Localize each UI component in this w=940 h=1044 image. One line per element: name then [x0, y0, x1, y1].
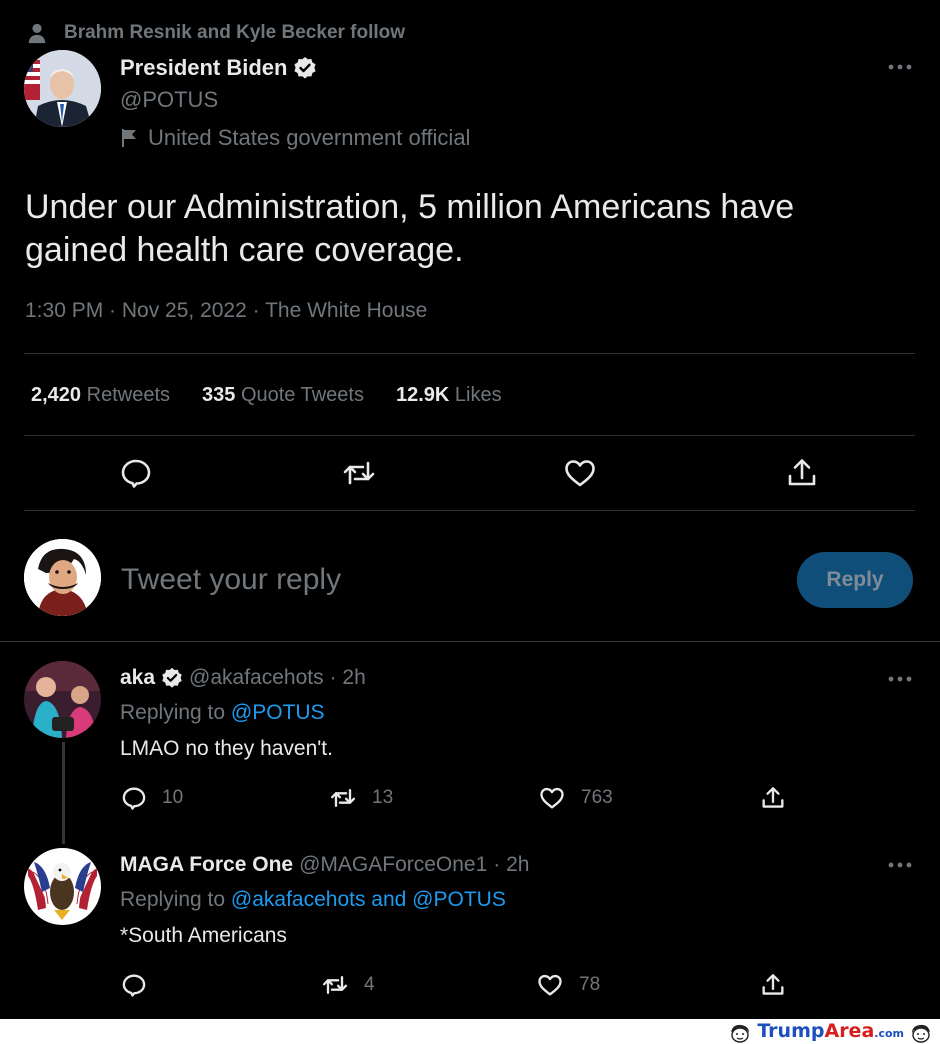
reply-icon: [122, 974, 146, 997]
quote-tweets-stat[interactable]: 335 Quote Tweets: [202, 384, 364, 407]
reply-icon: [121, 459, 151, 488]
share-icon: [762, 787, 784, 808]
reply-like-button[interactable]: 763: [537, 784, 613, 812]
divider: [0, 641, 940, 642]
reply-reply-button[interactable]: 10: [120, 784, 183, 812]
reply-more-options-button[interactable]: [887, 675, 913, 683]
tweet-text: Under our Administration, 5 million Amer…: [25, 188, 795, 269]
replying-to: Replying to @POTUS: [120, 701, 325, 724]
divider: [24, 353, 915, 354]
retweet-button[interactable]: [341, 455, 377, 491]
reply-time[interactable]: · 2h: [493, 853, 529, 877]
retweet-icon: [343, 461, 375, 485]
divider: [24, 510, 915, 511]
reply-input[interactable]: [121, 558, 721, 602]
watermark-bar: TrumpArea.com: [0, 1019, 940, 1044]
reply-avatar[interactable]: [24, 848, 101, 925]
reply-more-options-button[interactable]: [887, 861, 913, 869]
caricature-icon: [912, 1024, 930, 1043]
tweet-actions: [0, 455, 940, 493]
current-user-avatar[interactable]: [24, 539, 101, 616]
reply-text: *South Americans: [120, 924, 287, 947]
reply-avatar[interactable]: [24, 661, 101, 738]
retweet-icon: [322, 976, 348, 994]
more-icon: [888, 64, 912, 70]
reply-share-button[interactable]: [759, 784, 787, 812]
person-icon: [28, 23, 46, 44]
retweet-icon: [330, 789, 356, 807]
reply-author-name[interactable]: aka: [120, 666, 155, 690]
tweet-stats: 2,420 Retweets 335 Quote Tweets 12.9K Li…: [31, 384, 502, 407]
government-label[interactable]: United States government official: [120, 125, 470, 151]
social-context-text: Brahm Resnik and Kyle Becker follow: [64, 22, 406, 43]
like-icon: [565, 460, 595, 487]
flag-icon: [122, 129, 136, 147]
tweet-timestamp[interactable]: 1:30 PM · Nov 25, 2022 · The White House: [25, 299, 427, 323]
replying-to-link[interactable]: @akafacehots and @POTUS: [231, 888, 506, 911]
reply-header[interactable]: aka @akafacehots · 2h: [120, 666, 366, 690]
likes-stat[interactable]: 12.9K Likes: [396, 384, 502, 407]
share-icon: [762, 974, 784, 995]
author-name[interactable]: President Biden: [120, 55, 317, 81]
like-button[interactable]: [562, 455, 598, 491]
social-context[interactable]: Brahm Resnik and Kyle Becker follow: [26, 22, 405, 44]
thread-line: [62, 742, 65, 844]
more-icon: [888, 862, 912, 868]
author-avatar[interactable]: [24, 50, 101, 127]
reply-submit-button[interactable]: Reply: [797, 552, 913, 608]
reply-author-handle[interactable]: @akafacehots: [189, 666, 324, 690]
reply-author-handle[interactable]: @MAGAForceOne1: [299, 853, 487, 877]
reply-header[interactable]: MAGA Force One @MAGAForceOne1 · 2h: [120, 853, 529, 877]
replying-to: Replying to @akafacehots and @POTUS: [120, 888, 506, 911]
reply-share-button[interactable]: [759, 971, 787, 999]
reply-reply-button[interactable]: [120, 971, 148, 999]
share-button[interactable]: [784, 455, 820, 491]
watermark-logo: TrumpArea.com: [727, 1020, 934, 1044]
like-icon: [538, 974, 562, 996]
more-options-button[interactable]: [887, 63, 913, 71]
reply-icon: [122, 787, 146, 810]
reply-author-name[interactable]: MAGA Force One: [120, 853, 293, 877]
share-icon: [788, 459, 816, 486]
retweets-stat[interactable]: 2,420 Retweets: [31, 384, 170, 407]
verified-badge-icon: [294, 57, 317, 79]
reply-time[interactable]: · 2h: [330, 666, 366, 690]
like-icon: [540, 787, 564, 809]
reply-like-button[interactable]: 78: [535, 971, 600, 999]
caricature-icon: [731, 1024, 750, 1043]
reply-text: LMAO no they haven't.: [120, 737, 333, 760]
reply-retweet-button[interactable]: 4: [320, 971, 375, 999]
divider: [24, 435, 915, 436]
replying-to-link[interactable]: @POTUS: [231, 701, 325, 724]
reply-button[interactable]: [118, 455, 154, 491]
verified-badge-icon: [162, 667, 182, 688]
more-icon: [888, 676, 912, 682]
reply-retweet-button[interactable]: 13: [328, 784, 393, 812]
author-handle[interactable]: @POTUS: [120, 87, 218, 113]
